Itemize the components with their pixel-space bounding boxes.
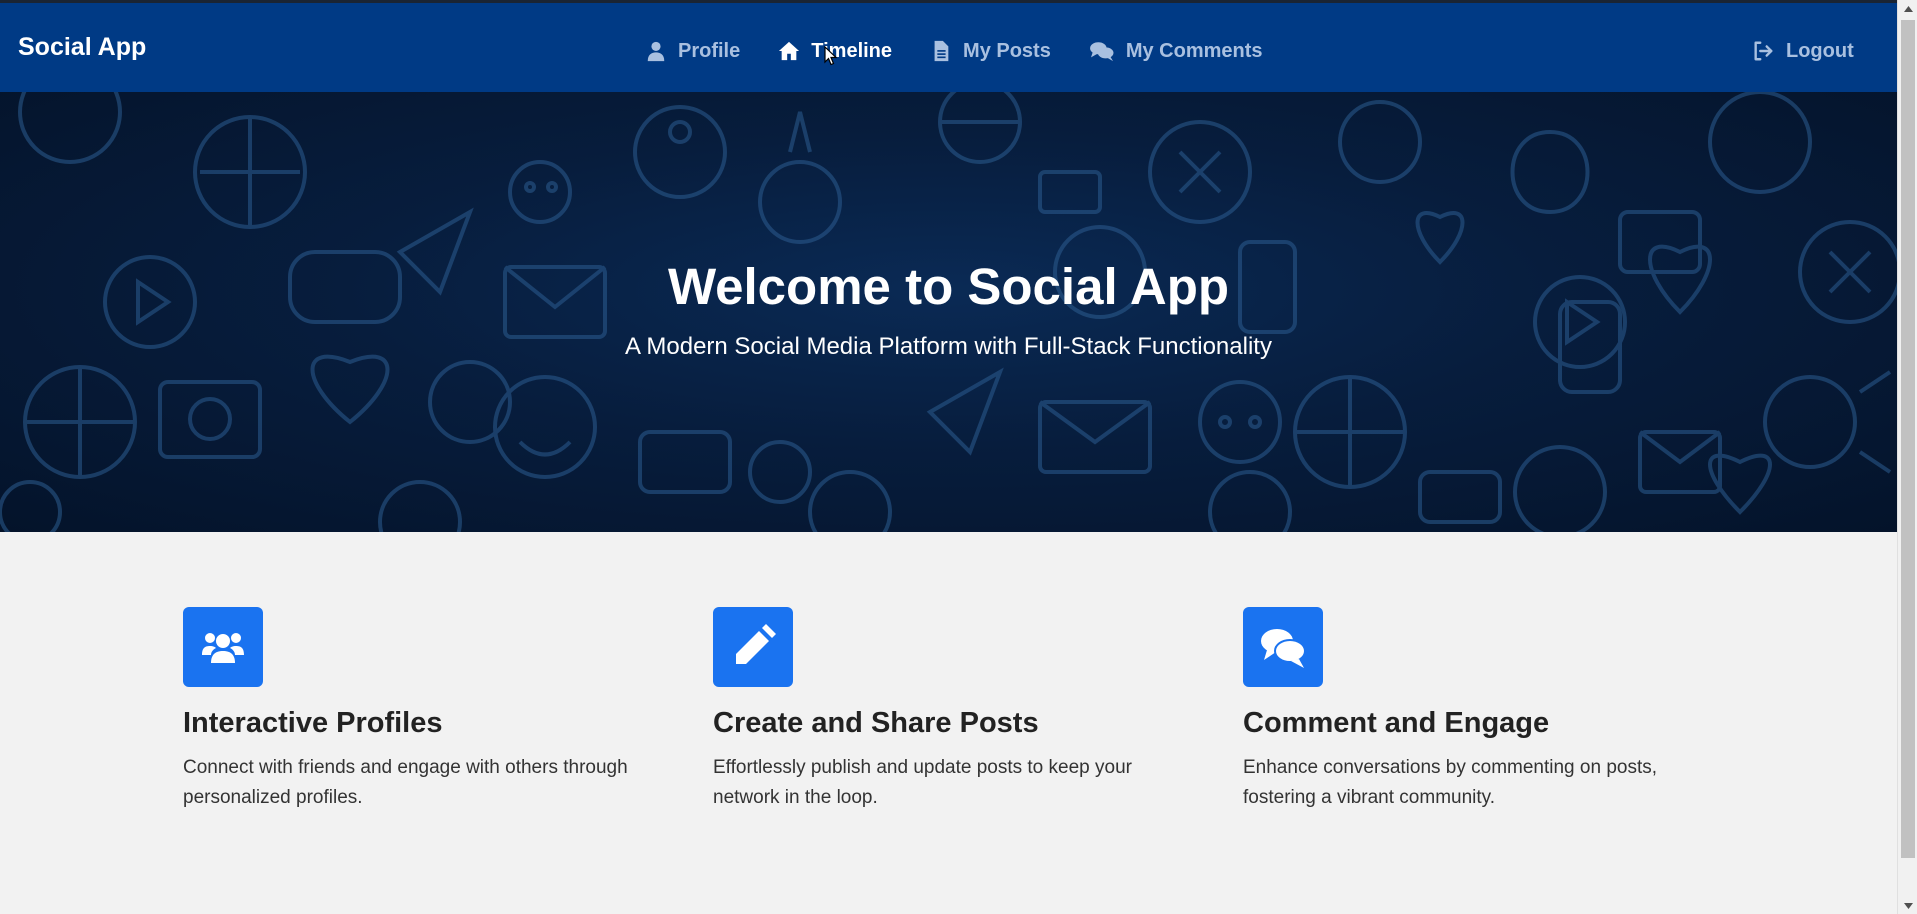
feature-description: Enhance conversations by commenting on p… [1243, 757, 1658, 808]
users-icon [202, 633, 244, 663]
hero-banner: Welcome to Social App A Modern Social Me… [0, 92, 1897, 532]
feature-card-posts: Create and Share Posts Effortlessly publ… [713, 607, 1213, 813]
nav-item-label: My Comments [1125, 39, 1263, 62]
nav-item-label: My Posts [963, 39, 1051, 62]
comments-icon [1089, 40, 1115, 62]
sign-out-icon [1752, 40, 1774, 62]
feature-icon-badge [1243, 607, 1323, 687]
pencil-icon [736, 624, 776, 664]
logout-label: Logout [1786, 39, 1854, 62]
file-icon [930, 40, 952, 62]
hero-title: Welcome to Social App [667, 258, 1230, 315]
feature-title: Comment and Engage [1243, 707, 1550, 739]
logout-button[interactable]: Logout [1752, 36, 1854, 66]
scrollbar-thumb[interactable] [1901, 20, 1915, 858]
feature-description: Connect with friends and engage with oth… [183, 757, 628, 808]
feature-title: Create and Share Posts [713, 707, 1039, 739]
feature-card-profiles: Interactive Profiles Connect with friend… [183, 607, 683, 813]
scroll-down-arrow-icon[interactable] [1898, 897, 1917, 914]
navbar: Social App Profile Timeline My Posts My … [0, 0, 1897, 92]
brand-logo[interactable]: Social App [18, 33, 146, 62]
feature-icon-badge [713, 607, 793, 687]
feature-description: Effortlessly publish and update posts to… [713, 757, 1132, 808]
home-icon [778, 40, 800, 62]
nav-item-my-comments[interactable]: My Comments [1089, 36, 1263, 66]
nav-item-profile[interactable]: Profile [645, 36, 740, 66]
nav-item-label: Profile [678, 39, 741, 62]
feature-title: Interactive Profiles [183, 707, 443, 739]
page: Social App Profile Timeline My Posts My … [0, 0, 1897, 914]
feature-icon-badge [183, 607, 263, 687]
mouse-cursor-icon [824, 46, 838, 66]
user-icon [645, 40, 667, 62]
scroll-up-arrow-icon[interactable] [1898, 0, 1917, 17]
nav-links: Profile Timeline My Posts My Comments [645, 36, 1301, 68]
feature-card-comments: Comment and Engage Enhance conversations… [1243, 607, 1743, 813]
nav-item-my-posts[interactable]: My Posts [930, 36, 1051, 66]
comments-icon [1261, 629, 1306, 668]
vertical-scrollbar[interactable] [1897, 0, 1917, 914]
hero-subtitle: A Modern Social Media Platform with Full… [625, 333, 1272, 360]
